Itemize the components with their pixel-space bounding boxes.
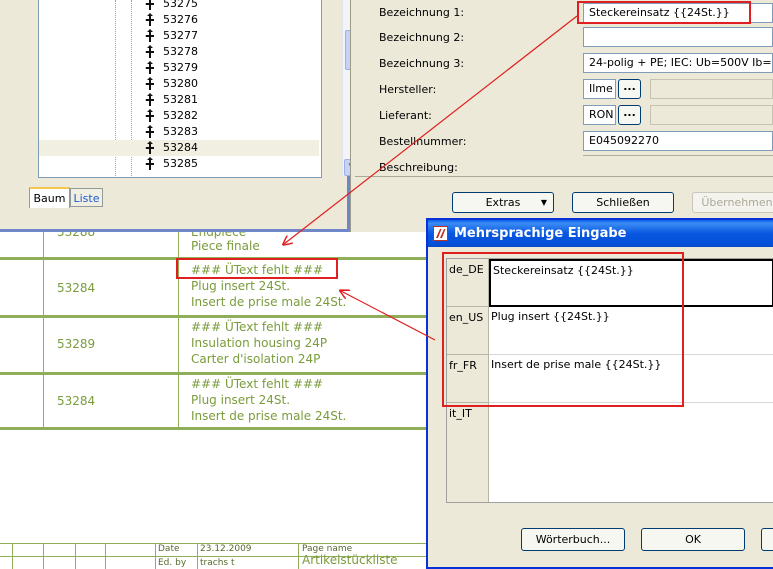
annotation-arrow <box>284 15 578 244</box>
annotation-arrow <box>341 291 436 341</box>
annotation-arrows <box>0 15 578 341</box>
